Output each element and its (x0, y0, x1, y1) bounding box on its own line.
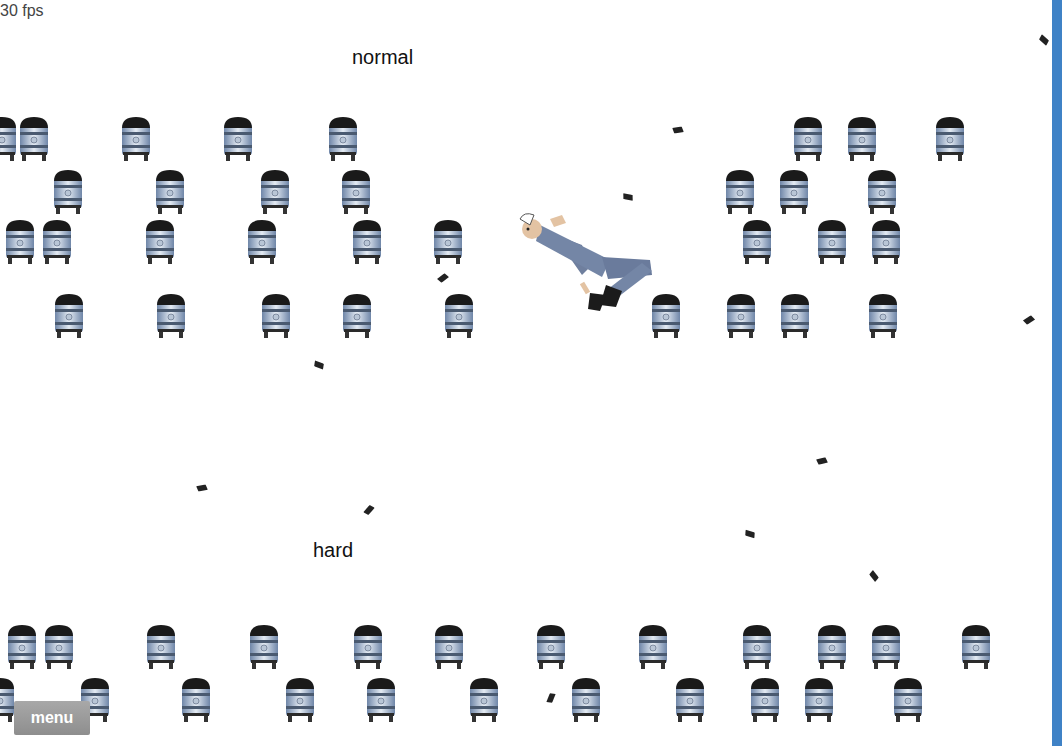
train-capsule-icon (145, 624, 177, 670)
debris-icon (868, 569, 880, 583)
train-capsule-icon (870, 219, 902, 265)
train-capsule-icon (570, 677, 602, 723)
train-capsule-icon (180, 677, 212, 723)
train-capsule-icon (960, 624, 992, 670)
debris-icon (816, 456, 829, 465)
game-canvas[interactable]: 30 fps normal hard menu (0, 0, 1052, 746)
train-capsule-icon (246, 219, 278, 265)
debris-icon (1038, 33, 1051, 47)
train-capsule-icon (352, 624, 384, 670)
train-capsule-icon (637, 624, 669, 670)
train-capsule-icon (779, 293, 811, 339)
train-capsule-icon (41, 219, 73, 265)
train-capsule-icon (866, 169, 898, 215)
train-capsule-icon (327, 116, 359, 162)
train-capsule-icon (778, 169, 810, 215)
train-capsule-icon (341, 293, 373, 339)
train-capsule-icon (284, 677, 316, 723)
train-capsule-icon (222, 116, 254, 162)
ragdoll-figure-icon (510, 205, 660, 320)
train-capsule-icon (535, 624, 567, 670)
train-capsule-icon (870, 624, 902, 670)
train-capsule-icon (749, 677, 781, 723)
train-capsule-icon (155, 293, 187, 339)
debris-icon (312, 358, 326, 372)
train-capsule-icon (650, 293, 682, 339)
train-capsule-icon (351, 219, 383, 265)
train-capsule-icon (433, 624, 465, 670)
train-capsule-icon (741, 219, 773, 265)
game-screen: 30 fps normal hard menu (0, 0, 1062, 746)
side-bar (1052, 0, 1062, 746)
train-capsule-icon (741, 624, 773, 670)
debris-icon (621, 191, 635, 204)
train-capsule-icon (144, 219, 176, 265)
train-capsule-icon (432, 219, 464, 265)
train-capsule-icon (4, 219, 36, 265)
debris-icon (196, 483, 209, 493)
train-capsule-icon (259, 169, 291, 215)
train-capsule-icon (6, 624, 38, 670)
train-capsule-icon (260, 293, 292, 339)
train-capsule-icon (443, 293, 475, 339)
fps-counter: 30 fps (0, 2, 44, 20)
train-capsule-icon (816, 624, 848, 670)
train-capsule-icon (18, 116, 50, 162)
train-capsule-icon (724, 169, 756, 215)
train-capsule-icon (52, 169, 84, 215)
debris-icon (436, 272, 450, 284)
level-label: hard (313, 539, 353, 562)
train-capsule-icon (892, 677, 924, 723)
train-capsule-icon (803, 677, 835, 723)
debris-icon (1022, 315, 1036, 326)
train-capsule-icon (120, 116, 152, 162)
train-capsule-icon (365, 677, 397, 723)
train-capsule-icon (934, 116, 966, 162)
debris-icon (362, 504, 376, 517)
debris-icon (544, 691, 558, 705)
debris-icon (671, 125, 684, 135)
train-capsule-icon (867, 293, 899, 339)
train-capsule-icon (248, 624, 280, 670)
train-capsule-icon (792, 116, 824, 162)
debris-icon (743, 527, 757, 540)
train-capsule-icon (0, 116, 18, 162)
train-capsule-icon (43, 624, 75, 670)
train-capsule-icon (340, 169, 372, 215)
train-capsule-icon (154, 169, 186, 215)
train-capsule-icon (725, 293, 757, 339)
menu-button[interactable]: menu (14, 701, 90, 735)
level-label: normal (352, 46, 413, 69)
train-capsule-icon (816, 219, 848, 265)
train-capsule-icon (53, 293, 85, 339)
train-capsule-icon (468, 677, 500, 723)
train-capsule-icon (846, 116, 878, 162)
train-capsule-icon (674, 677, 706, 723)
